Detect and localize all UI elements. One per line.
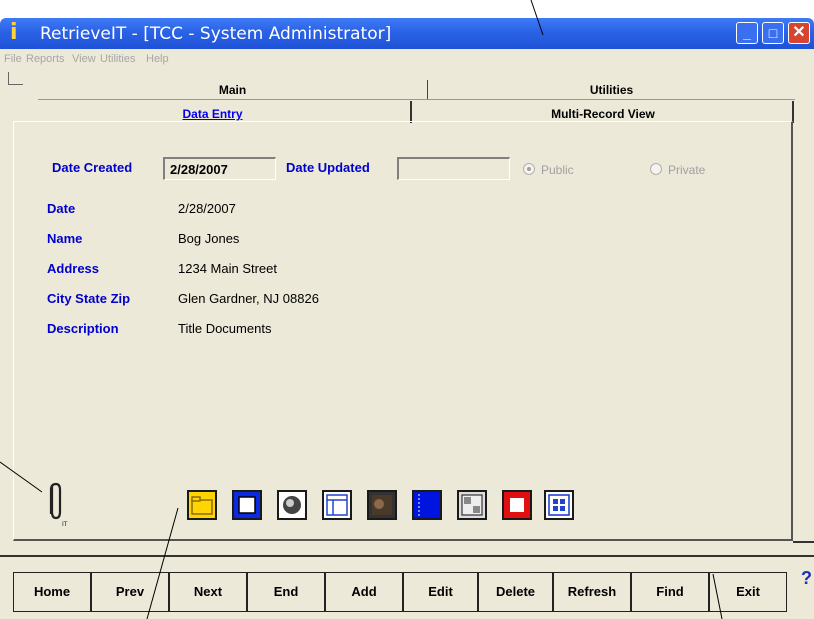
annotation-lines bbox=[0, 0, 723, 619]
